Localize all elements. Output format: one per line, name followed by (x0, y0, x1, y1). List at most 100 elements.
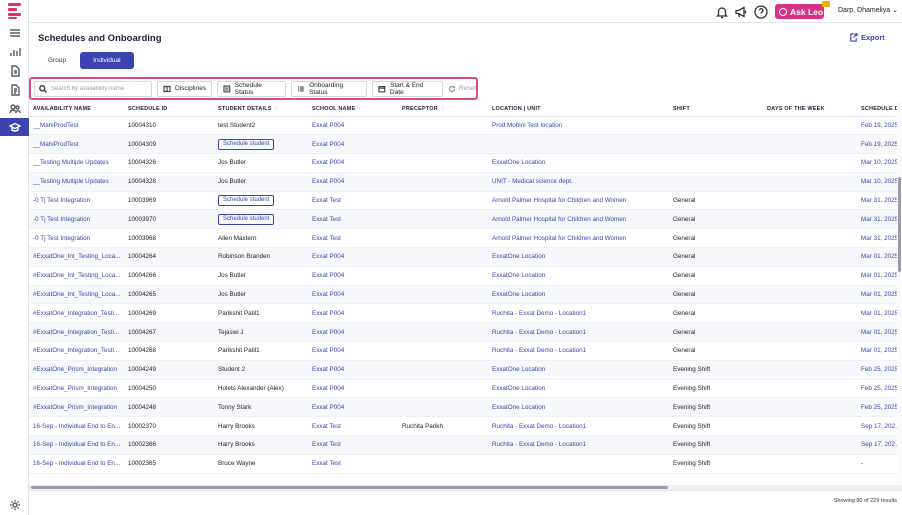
graduation-cap-icon[interactable] (0, 118, 29, 136)
search-input[interactable] (51, 85, 151, 92)
cell-school-name[interactable]: Exxat P004 (308, 379, 398, 399)
cell-availability-name[interactable]: #ExxatOne_Int_Testing_Loca... (29, 247, 124, 267)
cell-location-unit[interactable]: Ruchita - Exxat Demo - Location1 (488, 435, 669, 455)
cell-availability-name[interactable]: __MahiProdTest (29, 134, 124, 155)
schedule-student-button[interactable]: Schedule student (218, 138, 275, 150)
table-row[interactable]: #ExxatOne_Int_Testing_Loca... 10004265 Jos… (29, 285, 902, 305)
cell-availability-name[interactable]: 16-Sep - Individual End to En... (29, 454, 124, 474)
cell-location-unit[interactable]: Arnold Palmer Hospital for Children and … (488, 209, 669, 230)
schedule-student-button[interactable]: Schedule student (218, 213, 275, 225)
column-header-location[interactable]: LOCATION | UNIT (488, 102, 669, 117)
cell-location-unit[interactable]: Ruchita - Exxat Demo - Location1 (488, 303, 669, 324)
cell-availability-name[interactable]: -0 Tj Test Integration (29, 191, 124, 211)
cell-location-unit[interactable]: ExxatOne Location (488, 397, 669, 418)
cell-school-name[interactable]: Exxat Test (308, 209, 398, 230)
cell-location-unit[interactable]: Ruchita - Exxat Demo - Location1 (488, 416, 669, 437)
search-box[interactable] (34, 80, 152, 97)
cell-location-unit[interactable]: Ruchita - Exxat Demo - Location1 (488, 341, 669, 361)
users-icon[interactable] (0, 100, 29, 118)
document-icon[interactable] (0, 62, 29, 80)
cell-school-name[interactable]: Exxat P004 (308, 134, 398, 155)
column-header-student[interactable]: STUDENT DETAILS ↕ (214, 102, 308, 117)
megaphone-icon[interactable] (733, 4, 748, 19)
date-range-filter-button[interactable]: Start & End Date (372, 80, 444, 97)
cell-location-unit[interactable]: Ruchita - Exxat Demo - Location1 (488, 322, 669, 343)
cell-school-name[interactable]: Exxat P004 (308, 116, 398, 136)
column-header-days[interactable]: DAYS OF THE WEEK (763, 102, 857, 117)
cell-availability-name[interactable]: -0 Tj Test Integration (29, 228, 124, 249)
column-header-schedule-date[interactable]: SCHEDULE D (857, 102, 902, 117)
table-row[interactable]: 16-Sep - Individual End to En... 10002366… (29, 435, 902, 455)
cell-availability-name[interactable]: 16-Sep - Individual End to En... (29, 435, 124, 455)
tab-group[interactable]: Group (38, 52, 77, 69)
table-row[interactable]: #ExxatOne_Integration_Testi... 10004268 Pa… (29, 341, 902, 361)
cell-school-name[interactable]: Exxat P004 (308, 266, 398, 286)
help-icon[interactable] (753, 4, 768, 19)
tab-individual[interactable]: Individual (80, 52, 134, 69)
export-button[interactable]: Export (849, 33, 885, 42)
cell-availability-name[interactable]: #ExxatOne_Integration_Testi... (29, 303, 124, 324)
table-row[interactable]: #ExxatOne_Integration_Testi... 10004269 Pa… (29, 303, 902, 324)
cell-location-unit[interactable] (488, 134, 669, 155)
column-header-preceptor[interactable]: PRECEPTOR ↕ (398, 102, 488, 117)
document-list-icon[interactable] (0, 81, 29, 99)
cell-availability-name[interactable]: #ExxatOne_Prism_Integration (29, 397, 124, 418)
cell-location-unit[interactable]: UNIT - Medical science dept. (488, 172, 669, 192)
table-row[interactable]: __Testing Multiple Updates 10004328 Jos Bu… (29, 172, 902, 192)
cell-availability-name[interactable]: __MahiProdTest (29, 116, 124, 136)
column-header-school[interactable]: SCHOOL NAME ↕ (308, 102, 398, 117)
table-row[interactable]: 16-Sep - Individual End to En... 10002365… (29, 454, 902, 474)
column-header-availability[interactable]: AVAILABILITY NAME ↕ (29, 102, 124, 117)
table-row[interactable]: #ExxatOne_Int_Testing_Loca... 10004264 Rob… (29, 247, 902, 267)
cell-location-unit[interactable]: ExxatOne Location (488, 153, 669, 173)
bell-icon[interactable] (714, 4, 729, 19)
cell-location-unit[interactable]: ExxatOne Location (488, 285, 669, 305)
table-row[interactable]: __Testing Multiple Updates 10004326 Jos Bu… (29, 153, 902, 173)
cell-availability-name[interactable]: #ExxatOne_Int_Testing_Loca... (29, 285, 124, 305)
cell-location-unit[interactable]: Prod Mohini Test location (488, 116, 669, 136)
cell-school-name[interactable]: Exxat P004 (308, 172, 398, 192)
cell-school-name[interactable]: Exxat P004 (308, 360, 398, 380)
table-row[interactable]: #ExxatOne_Prism_Integration 10004248 Tonny… (29, 397, 902, 418)
onboarding-status-filter-button[interactable]: Onboarding Status (291, 80, 368, 97)
cell-location-unit[interactable]: Arnold Palmer Hospital for Children and … (488, 191, 669, 211)
table-row[interactable]: -0 Tj Test Integration 10003969 Schedule s… (29, 191, 902, 211)
cell-availability-name[interactable]: #ExxatOne_Prism_Integration (29, 360, 124, 380)
vertical-scrollbar[interactable] (897, 102, 902, 485)
cell-availability-name[interactable]: #ExxatOne_Integration_Testi... (29, 341, 124, 361)
cell-school-name[interactable]: Exxat P004 (308, 397, 398, 418)
cell-availability-name[interactable]: -0 Tj Test Integration (29, 209, 124, 230)
cell-school-name[interactable]: Exxat Test (308, 454, 398, 474)
schedules-table-container[interactable]: AVAILABILITY NAME ↕ SCHEDULE ID STUDENT D… (29, 102, 902, 485)
cell-availability-name[interactable]: __Testing Multiple Updates (29, 172, 124, 192)
cell-school-name[interactable]: Exxat P004 (308, 303, 398, 324)
menu-icon[interactable] (0, 24, 29, 42)
cell-location-unit[interactable]: Arnold Palmer Hospital for Children and … (488, 228, 669, 249)
cell-availability-name[interactable]: #ExxatOne_Int_Testing_Loca... (29, 266, 124, 286)
cell-school-name[interactable]: Exxat Test (308, 435, 398, 455)
settings-icon[interactable] (0, 496, 29, 514)
table-row[interactable]: 16-Sep - Individual End to En... 10002370… (29, 416, 902, 437)
table-row[interactable]: #ExxatOne_Integration_Testi... 10004267 Te… (29, 322, 902, 343)
table-row[interactable]: #ExxatOne_Prism_Integration 10004249 Stude… (29, 360, 902, 380)
cell-school-name[interactable]: Exxat P004 (308, 285, 398, 305)
cell-location-unit[interactable]: ExxatOne Location (488, 247, 669, 267)
cell-school-name[interactable]: Exxat P004 (308, 322, 398, 343)
user-menu[interactable]: Darp, Dhameliya ⌄ (838, 6, 898, 15)
cell-school-name[interactable]: Exxat P004 (308, 153, 398, 173)
cell-availability-name[interactable]: #ExxatOne_Prism_Integration (29, 379, 124, 399)
table-row[interactable]: __MahiProdTest 10004309 Schedule student Ex… (29, 134, 902, 155)
cell-school-name[interactable]: Exxat Test (308, 191, 398, 211)
ask-leo-button[interactable]: Ask Leo (775, 1, 830, 19)
disciplines-filter-button[interactable]: Disciplines (157, 80, 213, 97)
exxat-logo[interactable] (8, 3, 21, 20)
cell-availability-name[interactable]: #ExxatOne_Integration_Testi... (29, 322, 124, 343)
cell-school-name[interactable]: Exxat P004 (308, 247, 398, 267)
table-row[interactable]: -0 Tj Test Integration 10003970 Schedule s… (29, 209, 902, 230)
table-row[interactable]: #ExxatOne_Int_Testing_Loca... 10004266 Jos… (29, 266, 902, 286)
cell-location-unit[interactable]: ExxatOne Location (488, 379, 669, 399)
cell-availability-name[interactable]: __Testing Multiple Updates (29, 153, 124, 173)
analytics-icon[interactable] (0, 43, 29, 61)
reset-button[interactable]: Reset (448, 85, 476, 93)
cell-location-unit[interactable]: ExxatOne Location (488, 360, 669, 380)
